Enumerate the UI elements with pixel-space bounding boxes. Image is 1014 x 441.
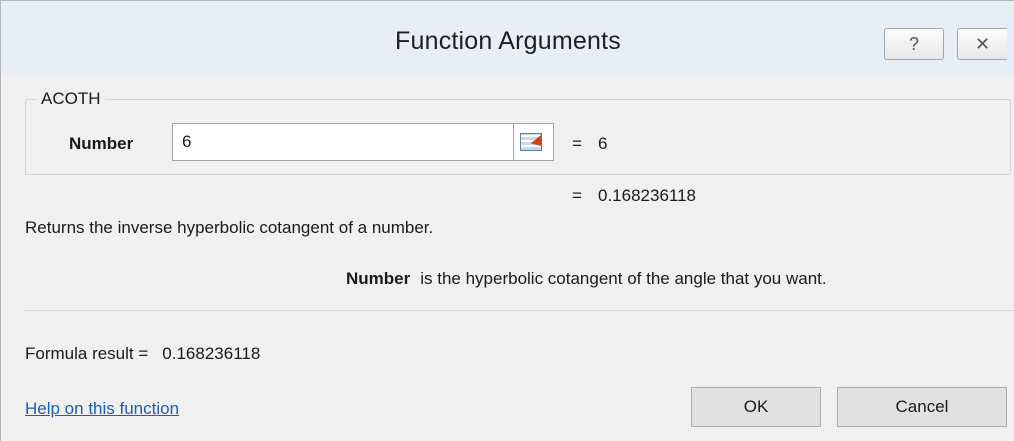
function-description: Returns the inverse hyperbolic cotangent… <box>25 218 434 237</box>
collapse-dialog-button[interactable] <box>514 123 554 161</box>
formula-result-label: Formula result = <box>25 344 149 363</box>
function-arguments-dialog: Function Arguments ? ✕ ACOTH Number = 6 … <box>0 0 1014 441</box>
argument-evaluated-value: 6 <box>598 134 608 153</box>
number-argument-label: Number <box>69 134 134 153</box>
dialog-title: Function Arguments <box>395 27 621 55</box>
title-bar[interactable]: Function Arguments ? ✕ <box>1 1 1014 76</box>
question-mark-icon: ? <box>908 34 919 54</box>
argument-equals-sign: = <box>572 134 582 153</box>
close-icon: ✕ <box>974 34 991 54</box>
number-argument-input[interactable] <box>172 123 514 161</box>
function-name-label: ACOTH <box>37 89 105 109</box>
argument-help-text: Number is the hyperbolic cotangent of the… <box>346 269 827 289</box>
ok-button[interactable]: OK <box>691 387 821 427</box>
close-button[interactable]: ✕ <box>957 28 1007 60</box>
formula-result: Formula result = 0.168236118 <box>25 344 260 364</box>
argument-help-name: Number <box>346 269 411 288</box>
divider <box>25 310 1014 311</box>
help-on-function-link[interactable]: Help on this function <box>25 399 179 419</box>
result-equals-sign: = <box>572 186 582 205</box>
cancel-button[interactable]: Cancel <box>837 387 1007 427</box>
formula-result-value: 0.168236118 <box>162 344 261 363</box>
argument-help-description: is the hyperbolic cotangent of the angle… <box>420 269 827 288</box>
help-button[interactable]: ? <box>884 28 944 60</box>
function-result-value: 0.168236118 <box>598 186 697 205</box>
